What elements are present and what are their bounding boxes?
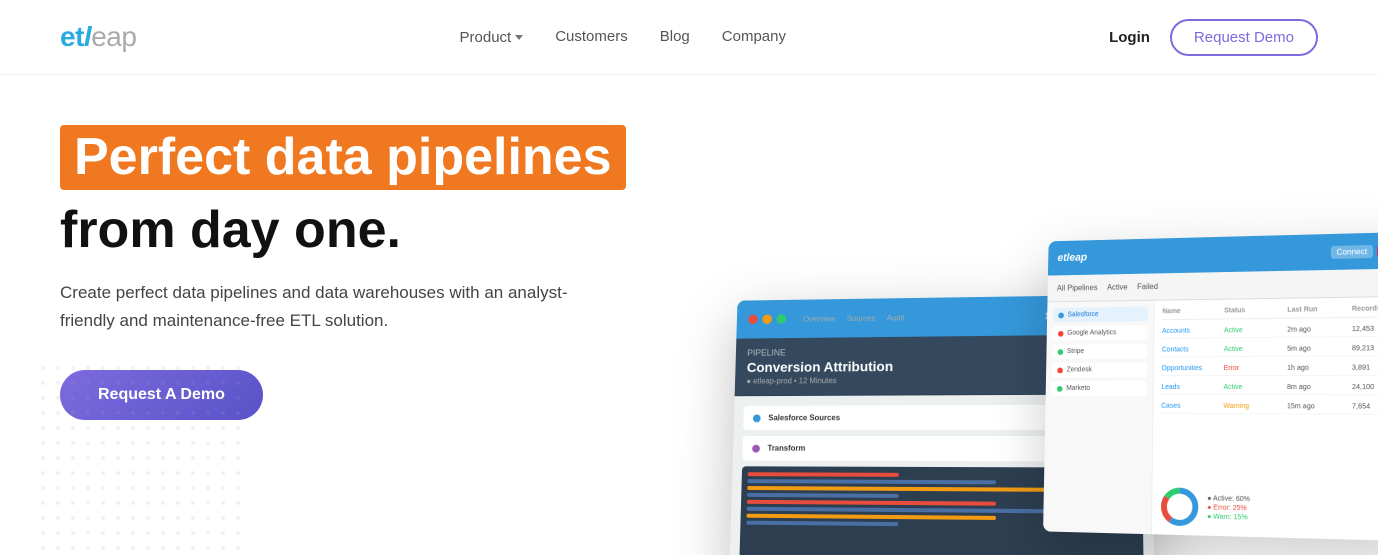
request-demo-button[interactable]: Request Demo: [1170, 19, 1318, 56]
pipeline-title: Conversion Attribution: [747, 356, 1139, 375]
company-link[interactable]: Company: [722, 28, 786, 45]
sidebar-item: Stripe: [1052, 344, 1148, 359]
dot-grid-decoration: [40, 365, 240, 555]
mockup-main-screen: Overview Sources Audit 10m ago 45s WAIT …: [729, 294, 1154, 555]
mockup-secondary-header: etleap Connect + Add: [1048, 232, 1378, 276]
donut-chart: [1160, 486, 1200, 527]
blog-link[interactable]: Blog: [660, 28, 690, 45]
mockup-secondary-screen: etleap Connect + Add All Pipelines Activ…: [1043, 232, 1378, 542]
headline-rest: from day one.: [60, 202, 401, 259]
pipeline-row: Transform 5m ago RUNNING: [742, 436, 1142, 462]
sidebar-item: Salesforce: [1053, 307, 1148, 323]
subheadline: Create perfect data pipelines and data w…: [60, 279, 580, 333]
sidebar-item: Zendesk: [1052, 362, 1148, 377]
mock-main-panel: Name Status Last Run Records Accounts Ac…: [1152, 297, 1378, 542]
nav-item-customers[interactable]: Customers: [555, 28, 628, 46]
mockup-secondary-toolbar: All Pipelines Active Failed Search...: [1047, 268, 1378, 302]
product-link[interactable]: Product: [460, 29, 524, 46]
hero-section: Perfect data pipelines from day one. Cre…: [0, 75, 1378, 555]
close-dot: [748, 315, 758, 325]
sidebar-item: Marketo: [1051, 381, 1147, 396]
logo[interactable]: etleap: [60, 21, 136, 53]
table-row: Cases Warning 15m ago 7,654: [1161, 400, 1378, 415]
nav-item-product[interactable]: Product: [460, 29, 524, 46]
table-row: Leads Active 8m ago 24,100: [1161, 381, 1378, 395]
mock-sidebar: Salesforce Google Analytics Stripe Zende…: [1043, 301, 1155, 535]
product-label: Product: [460, 29, 512, 46]
mockups-container: Overview Sources Audit 10m ago 45s WAIT …: [668, 115, 1378, 555]
headline-highlight: Perfect data pipelines: [60, 125, 626, 190]
pipeline-row: Salesforce Sources 2m ago DONE: [743, 405, 1141, 431]
sidebar-item: Google Analytics: [1052, 325, 1147, 340]
nav-item-blog[interactable]: Blog: [660, 28, 690, 46]
table-row: Opportunities Error 1h ago 3,891: [1162, 361, 1378, 376]
table-row: Contacts Active 5m ago 89,213: [1162, 342, 1378, 358]
mockup-main-header: Overview Sources Audit 10m ago 45s WAIT: [736, 294, 1150, 338]
table-row: Accounts Active 2m ago 12,453: [1162, 322, 1378, 338]
chevron-down-icon: [515, 35, 523, 40]
table-header: Name Status Last Run Records: [1162, 305, 1378, 320]
nav-right: Login Request Demo: [1109, 19, 1318, 56]
minimize-dot: [762, 314, 772, 324]
headline: Perfect data pipelines from day one.: [60, 125, 700, 259]
code-area: [738, 466, 1144, 555]
customers-link[interactable]: Customers: [555, 28, 628, 45]
expand-dot: [776, 314, 786, 324]
secondary-header-btn: Connect: [1330, 244, 1373, 258]
nav-links: Product Customers Blog Company: [460, 28, 786, 46]
login-link[interactable]: Login: [1109, 29, 1150, 46]
navbar: etleap Product Customers Blog Company: [0, 0, 1378, 75]
window-dots: [748, 314, 786, 324]
nav-item-company[interactable]: Company: [722, 28, 786, 46]
mockup-secondary-content: Salesforce Google Analytics Stripe Zende…: [1043, 297, 1378, 542]
mockup-main-content: Salesforce Sources 2m ago DONE Transform…: [729, 394, 1154, 555]
